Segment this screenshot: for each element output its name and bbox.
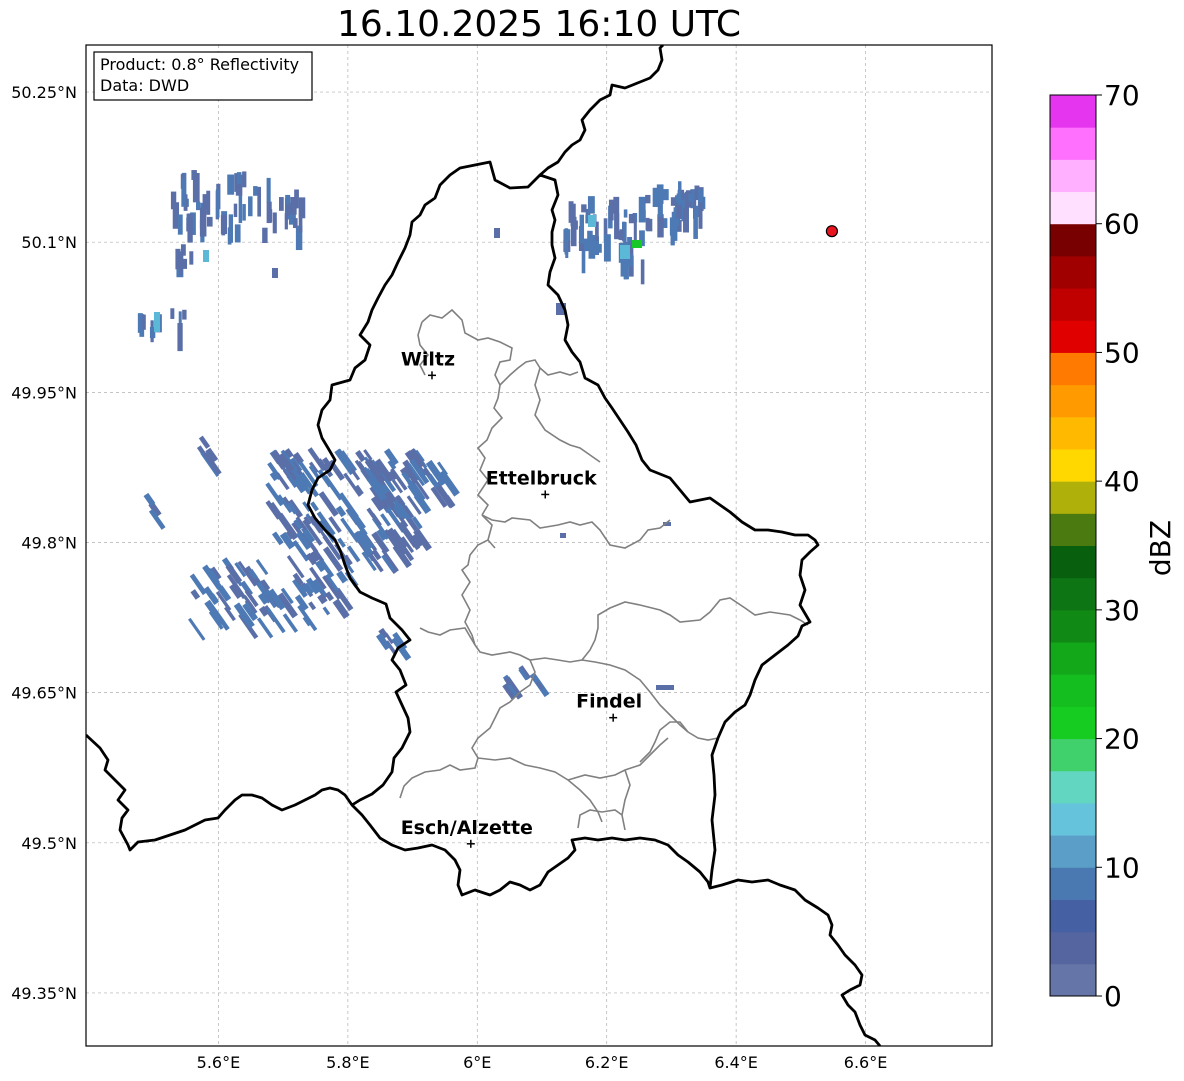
- colorbar-tick-label: 60: [1104, 208, 1140, 241]
- colorbar-bin: [1050, 738, 1096, 772]
- colorbar-bin: [1050, 159, 1096, 193]
- colorbar-bin: [1050, 384, 1096, 418]
- colorbar-bin: [1050, 642, 1096, 675]
- colorbar-bin: [1050, 95, 1096, 128]
- colorbar-bin: [1050, 674, 1096, 707]
- colorbar-label: dBZ: [1144, 520, 1177, 576]
- colorbar-bin: [1050, 835, 1096, 868]
- colorbar-bin: [1050, 288, 1096, 321]
- colorbar-bin: [1050, 127, 1096, 160]
- colorbar-bin: [1050, 320, 1096, 353]
- colorbar-bin: [1050, 448, 1096, 482]
- colorbar-tick-label: 10: [1104, 851, 1140, 884]
- colorbar-bin: [1050, 513, 1096, 546]
- colorbar-tick-label: 70: [1104, 79, 1140, 112]
- colorbar-tick-label: 0: [1104, 980, 1122, 1013]
- colorbar-bin: [1050, 545, 1096, 579]
- colorbar-bin: [1050, 931, 1096, 965]
- colorbar-bin: [1050, 899, 1096, 933]
- colorbar-bin: [1050, 481, 1096, 514]
- colorbar-bin: [1050, 255, 1096, 289]
- colorbar-bin: [1050, 867, 1096, 900]
- colorbar-bin: [1050, 577, 1096, 611]
- colorbar-bin: [1050, 802, 1096, 836]
- colorbar-bin: [1050, 963, 1096, 997]
- colorbar-tick-label: 30: [1104, 594, 1140, 627]
- colorbar: 0 10 20 30 40 50 60 70 dBZ: [1049, 79, 1177, 1013]
- colorbar-bin: [1050, 416, 1096, 450]
- colorbar-bin: [1050, 352, 1096, 386]
- colorbar-bins: [1050, 95, 1096, 997]
- colorbar-tick-label: 50: [1104, 336, 1140, 369]
- colorbar-bin: [1050, 770, 1096, 804]
- colorbar-ticks: 0 10 20 30 40 50 60 70: [1096, 79, 1140, 1013]
- colorbar-bin: [1050, 609, 1096, 643]
- colorbar-tick-label: 40: [1104, 465, 1140, 498]
- colorbar-bin: [1050, 706, 1096, 740]
- colorbar-bin: [1050, 223, 1096, 257]
- colorbar-tick-label: 20: [1104, 723, 1140, 756]
- colorbar-bin: [1050, 191, 1096, 225]
